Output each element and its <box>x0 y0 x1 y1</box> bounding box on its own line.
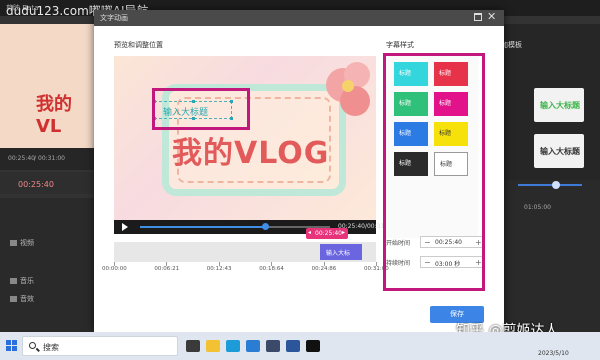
ruler-label: 00:18:64 <box>259 266 284 272</box>
vlog-title-text: 我的VLOG <box>172 136 330 171</box>
template-card-1[interactable]: 输入大标题 <box>534 88 584 122</box>
ruler-label: 00:24:86 <box>311 266 337 272</box>
player-time-current: 00:25:40 <box>8 155 35 162</box>
player-preview: 我的VL <box>0 24 96 164</box>
search-placeholder: 搜索 <box>43 343 59 352</box>
tray-date: 2023/5/10 <box>538 350 569 357</box>
shield-icon[interactable] <box>266 340 280 352</box>
track-label-video[interactable]: 视频 <box>10 238 34 248</box>
playhead-left-arrow-icon: ◂ <box>308 229 312 236</box>
music-track-icon <box>10 278 17 284</box>
track-headers: 视频 音乐 音效 <box>0 198 96 332</box>
dialog-title: 文字动画 <box>100 14 128 22</box>
style-section-label: 字幕样式 <box>386 41 414 49</box>
close-icon[interactable]: ✕ <box>487 10 496 24</box>
template-card-2[interactable]: 输入大标题 <box>534 134 584 168</box>
progress-knob[interactable] <box>262 223 270 230</box>
taskbar-search-box[interactable]: 搜索 <box>22 336 178 356</box>
track-label-music[interactable]: 音乐 <box>10 276 34 286</box>
player-time-separator: / <box>34 155 37 162</box>
edge-icon[interactable] <box>226 340 240 352</box>
ruler-label: 00:06:21 <box>154 266 180 272</box>
sfx-track-icon <box>10 296 17 302</box>
player-controls: 00:25:40 / 00:31:00 <box>0 148 96 170</box>
preview-section-label: 预览和调整位置 <box>114 41 163 49</box>
task-view-icon[interactable] <box>186 340 200 352</box>
right-ruler-label: 01:05:00 <box>524 204 551 211</box>
subtitle-dialog: 文字动画 ✕ 预览和调整位置 字幕样式 我的VLOG 输入大标题 00:25:4… <box>94 10 504 332</box>
subtitle-clip[interactable]: 输入大标 <box>320 244 362 260</box>
zoom-slider-knob[interactable] <box>552 181 560 189</box>
video-preview[interactable]: 我的VLOG 输入大标题 <box>114 56 376 220</box>
preview-title-text: 我的VL <box>36 94 72 137</box>
highlight-box-style-panel <box>383 53 485 291</box>
highlight-box-subtitle <box>152 88 250 130</box>
maximize-icon[interactable] <box>474 13 482 21</box>
playhead-right-arrow-icon: ▸ <box>342 229 346 236</box>
file-explorer-icon[interactable] <box>206 340 220 352</box>
jianying-app-icon[interactable] <box>306 340 320 352</box>
progress-fill <box>140 226 266 228</box>
video-track-icon <box>10 240 17 246</box>
windows-start-icon[interactable] <box>6 340 18 352</box>
zoom-bar <box>490 180 600 200</box>
windows-taskbar: 搜索 <box>0 332 600 360</box>
ruler-label: 00:12:43 <box>206 266 232 272</box>
progress-track[interactable] <box>140 223 330 230</box>
playhead-time-tag[interactable]: ◂ 00:25:40 ▸ <box>306 228 348 239</box>
play-icon[interactable] <box>122 223 128 231</box>
timeline-current-time: 00:25:40 <box>18 180 54 189</box>
outlook-icon[interactable] <box>246 340 260 352</box>
dialog-header: 文字动画 ✕ <box>94 10 504 26</box>
search-icon <box>29 342 36 349</box>
zoom-slider[interactable] <box>518 181 582 189</box>
right-track-area: 01:05:00 <box>490 200 600 332</box>
ruler-label: 00:00:00 <box>102 266 127 272</box>
template-panel: 添加模板 输入大标题 输入大标题 <box>490 24 600 204</box>
track-label-sfx[interactable]: 音效 <box>10 294 34 304</box>
word-icon[interactable] <box>286 340 300 352</box>
player-time-total: 00:31:00 <box>38 155 65 162</box>
